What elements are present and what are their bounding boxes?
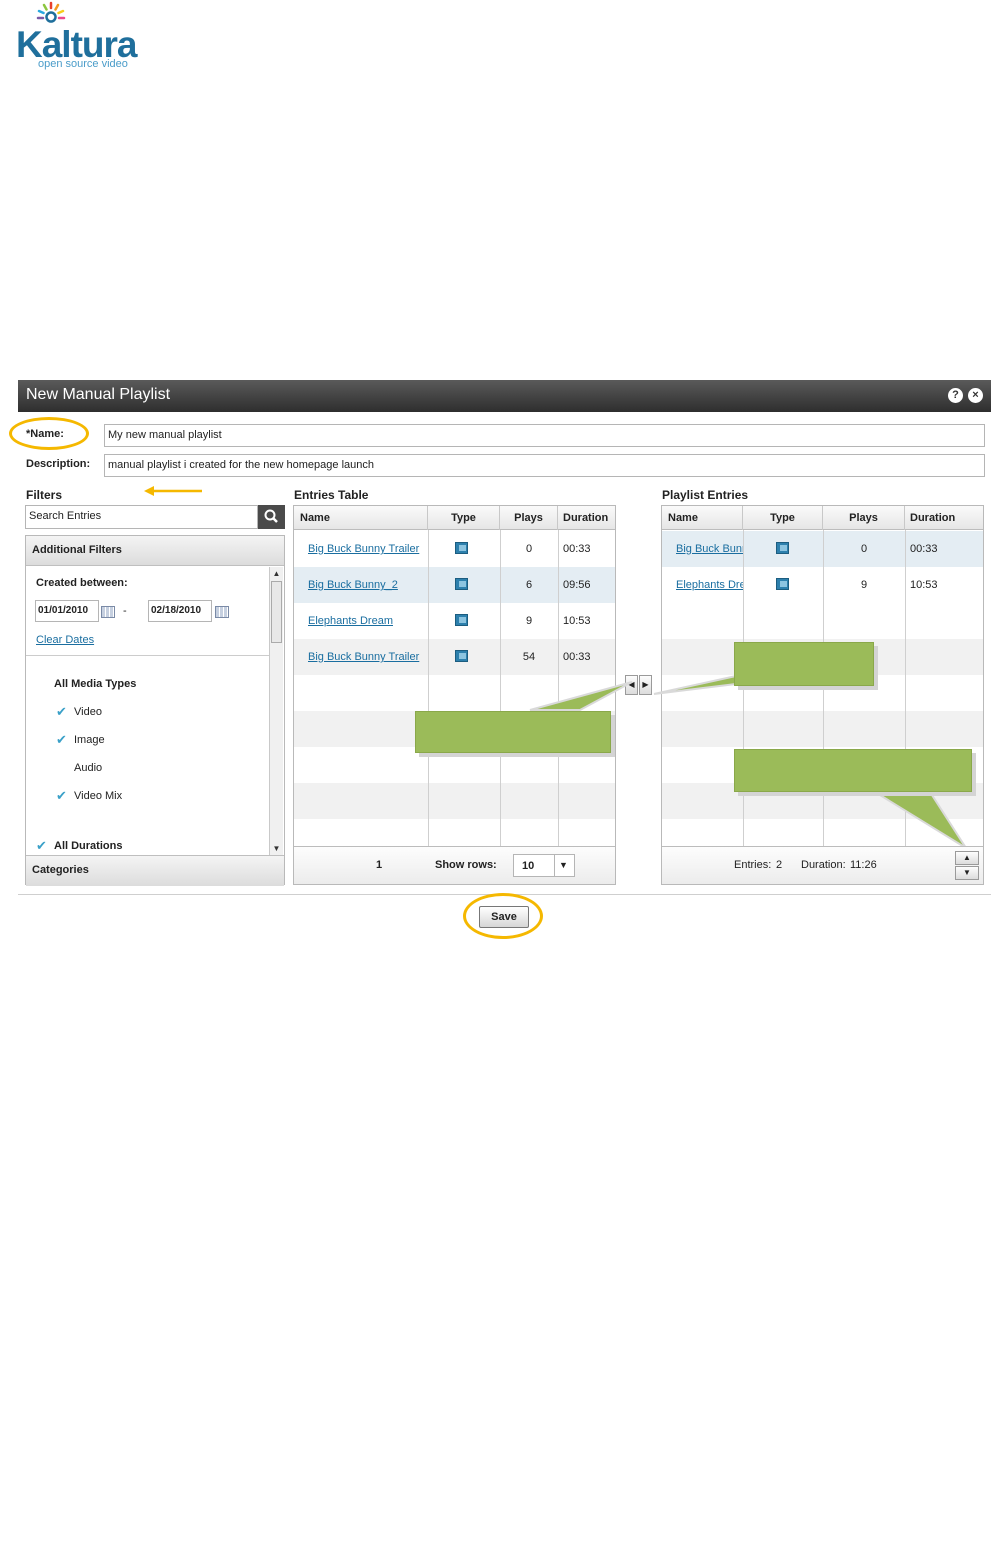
media-type-video[interactable]: Video bbox=[74, 706, 102, 718]
duration-value: 09:56 bbox=[563, 579, 591, 591]
col-type[interactable]: Type bbox=[428, 506, 500, 530]
name-field[interactable]: My new manual playlist bbox=[104, 424, 985, 447]
clear-dates-link[interactable]: Clear Dates bbox=[36, 634, 94, 646]
table-row[interactable]: Big Buck Bunny_2 6 09:56 bbox=[294, 567, 615, 603]
select-divider bbox=[554, 855, 555, 876]
calendar-icon[interactable] bbox=[101, 606, 115, 618]
search-input[interactable]: Search Entries bbox=[25, 505, 258, 529]
move-up-button[interactable]: ▲ bbox=[955, 851, 979, 865]
entry-name-link[interactable]: Big Buck Bunny Trailer bbox=[308, 639, 419, 675]
date-to-input[interactable]: 02/18/2010 bbox=[148, 600, 212, 622]
chevron-up-icon: ▲ bbox=[963, 853, 971, 862]
media-type-video-mix[interactable]: Video Mix bbox=[74, 790, 122, 802]
plays-value: 0 bbox=[525, 543, 533, 555]
check-icon[interactable]: ✔ bbox=[36, 838, 47, 854]
plays-value: 9 bbox=[525, 615, 533, 627]
entry-name-link[interactable]: Big Buck Bunny_2 bbox=[308, 567, 398, 603]
entries-table-header: Name Type Plays Duration bbox=[294, 506, 615, 530]
media-types-title[interactable]: All Media Types bbox=[54, 678, 136, 690]
col-name[interactable]: Name bbox=[294, 506, 428, 530]
table-row[interactable]: Elephants Dream 9 10:53 bbox=[294, 603, 615, 639]
entries-table-footer: 1 Show rows: 10 ▼ bbox=[294, 846, 615, 884]
col-plays[interactable]: Plays bbox=[500, 506, 558, 530]
playlist-table-footer: Entries: 2 Duration: 11:26 ▲ ▼ bbox=[662, 846, 983, 884]
created-between-label: Created between: bbox=[36, 577, 128, 589]
categories-header[interactable]: Categories bbox=[26, 855, 284, 886]
calendar-icon[interactable] bbox=[215, 606, 229, 618]
date-separator: - bbox=[123, 605, 127, 617]
duration-value: 00:33 bbox=[563, 543, 591, 555]
page-number[interactable]: 1 bbox=[376, 859, 382, 871]
scroll-down-icon[interactable]: ▼ bbox=[270, 842, 283, 855]
duration-value: 00:33 bbox=[910, 543, 938, 555]
table-row[interactable]: Big Buck Bunny Trailer 0 00:33 bbox=[294, 531, 615, 567]
entries-count-value: 2 bbox=[776, 859, 783, 871]
show-rows-label: Show rows: bbox=[435, 859, 497, 871]
media-type-image[interactable]: Image bbox=[74, 734, 105, 746]
close-icon[interactable]: × bbox=[968, 388, 983, 403]
video-type-icon bbox=[776, 567, 789, 603]
entry-name-link[interactable]: Big Buck Bunny Trailer bbox=[308, 531, 419, 567]
divider bbox=[26, 655, 269, 656]
entry-name-link[interactable]: Elephants Dream bbox=[676, 567, 743, 603]
duration-value: 10:53 bbox=[910, 579, 938, 591]
callout-box bbox=[415, 711, 611, 753]
scroll-up-icon[interactable]: ▲ bbox=[270, 567, 283, 580]
col-plays[interactable]: Plays bbox=[823, 506, 905, 530]
plays-value: 0 bbox=[860, 543, 868, 555]
name-highlight-ring bbox=[9, 417, 89, 450]
video-type-icon bbox=[776, 531, 789, 567]
total-duration-value: 11:26 bbox=[850, 859, 877, 871]
show-rows-select[interactable]: 10 ▼ bbox=[513, 854, 575, 877]
filters-scrollbar[interactable]: ▲ ▼ bbox=[269, 567, 283, 855]
kaltura-logo: Kaltura open source video bbox=[14, 0, 164, 72]
media-type-audio[interactable]: Audio bbox=[74, 762, 102, 774]
date-from-input[interactable]: 01/01/2010 bbox=[35, 600, 99, 622]
help-icon[interactable]: ? bbox=[948, 388, 963, 403]
dialog-titlebar: New Manual Playlist ? × bbox=[18, 380, 991, 412]
check-icon[interactable]: ✔ bbox=[56, 788, 67, 804]
entries-table-title: Entries Table bbox=[294, 488, 369, 502]
callout-box bbox=[734, 749, 972, 792]
check-icon[interactable]: ✔ bbox=[56, 704, 67, 720]
col-duration[interactable]: Duration bbox=[558, 506, 615, 530]
all-durations-option[interactable]: All Durations bbox=[54, 840, 122, 852]
col-type[interactable]: Type bbox=[743, 506, 823, 530]
chevron-down-icon: ▼ bbox=[963, 868, 971, 877]
scroll-thumb[interactable] bbox=[271, 581, 282, 643]
filters-title: Filters bbox=[26, 488, 63, 502]
entry-name-link[interactable]: Big Buck Bunny Trailer bbox=[676, 531, 743, 567]
playlist-table-header: Name Type Plays Duration bbox=[662, 506, 983, 530]
total-duration-label: Duration: bbox=[801, 859, 846, 871]
video-type-icon bbox=[455, 603, 468, 639]
col-duration[interactable]: Duration bbox=[905, 506, 983, 530]
description-label: Description: bbox=[26, 458, 91, 470]
description-field[interactable]: manual playlist i created for the new ho… bbox=[104, 454, 985, 477]
duration-value: 10:53 bbox=[563, 615, 591, 627]
callout-box bbox=[734, 642, 874, 686]
video-type-icon bbox=[455, 567, 468, 603]
search-icon bbox=[264, 509, 278, 523]
video-type-icon bbox=[455, 531, 468, 567]
move-down-button[interactable]: ▼ bbox=[955, 866, 979, 880]
entry-name-link[interactable]: Elephants Dream bbox=[308, 603, 393, 639]
dialog-title: New Manual Playlist bbox=[26, 386, 171, 403]
check-icon[interactable]: ✔ bbox=[56, 732, 67, 748]
entries-count-label: Entries: bbox=[734, 859, 772, 871]
plays-value: 6 bbox=[525, 579, 533, 591]
additional-filters-header[interactable]: Additional Filters bbox=[26, 536, 284, 566]
search-button[interactable] bbox=[258, 505, 285, 529]
save-button[interactable]: Save bbox=[479, 906, 529, 928]
logo-tagline: open source video bbox=[38, 58, 128, 70]
show-rows-value: 10 bbox=[522, 860, 535, 872]
col-name[interactable]: Name bbox=[662, 506, 743, 530]
plays-value: 9 bbox=[860, 579, 868, 591]
filters-panel: Additional Filters Created between: 01/0… bbox=[25, 535, 285, 886]
chevron-down-icon[interactable]: ▼ bbox=[559, 860, 568, 870]
playlist-entries-title: Playlist Entries bbox=[662, 488, 749, 502]
arrow-left-icon bbox=[144, 486, 202, 496]
